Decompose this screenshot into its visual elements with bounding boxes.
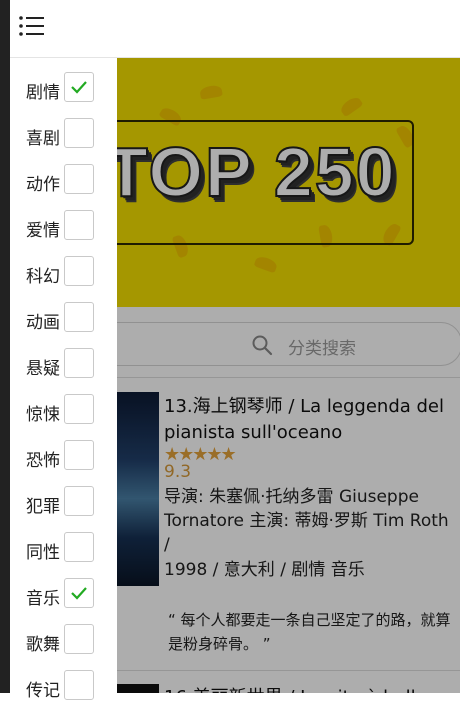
check-icon xyxy=(71,587,87,600)
category-checkbox[interactable] xyxy=(64,440,94,470)
category-item[interactable]: 剧情 xyxy=(10,64,117,110)
category-label: 悬疑 xyxy=(26,359,60,379)
category-label: 爱情 xyxy=(26,221,60,241)
category-checkbox[interactable] xyxy=(64,624,94,654)
category-item[interactable]: 喜剧 xyxy=(10,110,117,156)
category-checkbox[interactable] xyxy=(64,302,94,332)
category-item[interactable]: 歌舞 xyxy=(10,616,117,662)
category-checkbox[interactable] xyxy=(64,164,94,194)
category-label: 科幻 xyxy=(26,267,60,287)
top-bar xyxy=(10,0,460,58)
category-item[interactable]: 传记 xyxy=(10,662,117,708)
drawer-backdrop[interactable] xyxy=(117,58,460,693)
check-icon xyxy=(71,81,87,94)
list-icon[interactable] xyxy=(18,14,46,38)
category-item[interactable]: 犯罪 xyxy=(10,478,117,524)
category-label: 剧情 xyxy=(26,83,60,103)
category-label: 动作 xyxy=(26,175,60,195)
window-edge xyxy=(0,0,10,693)
category-label: 恐怖 xyxy=(26,451,60,471)
category-checkbox[interactable] xyxy=(64,670,94,700)
category-label: 惊悚 xyxy=(26,405,60,425)
category-label: 同性 xyxy=(26,543,60,563)
category-item[interactable]: 悬疑 xyxy=(10,340,117,386)
category-checkbox[interactable] xyxy=(64,486,94,516)
category-item[interactable]: 恐怖 xyxy=(10,432,117,478)
category-item[interactable]: 音乐 xyxy=(10,570,117,616)
category-checkbox[interactable] xyxy=(64,256,94,286)
category-item[interactable]: 动画 xyxy=(10,294,117,340)
category-checkbox[interactable] xyxy=(64,72,94,102)
category-item[interactable]: 爱情 xyxy=(10,202,117,248)
category-label: 喜剧 xyxy=(26,129,60,149)
category-label: 音乐 xyxy=(26,589,60,609)
category-checkbox[interactable] xyxy=(64,210,94,240)
category-label: 歌舞 xyxy=(26,635,60,655)
category-item[interactable]: 同性 xyxy=(10,524,117,570)
category-item[interactable]: 科幻 xyxy=(10,248,117,294)
category-item[interactable]: 动作 xyxy=(10,156,117,202)
category-label: 传记 xyxy=(26,681,60,701)
category-drawer: 剧情喜剧动作爱情科幻动画悬疑惊悚恐怖犯罪同性音乐歌舞传记 xyxy=(10,58,117,701)
category-checkbox[interactable] xyxy=(64,532,94,562)
category-checkbox[interactable] xyxy=(64,578,94,608)
category-item[interactable]: 惊悚 xyxy=(10,386,117,432)
category-checkbox[interactable] xyxy=(64,394,94,424)
category-checkbox[interactable] xyxy=(64,118,94,148)
category-label: 犯罪 xyxy=(26,497,60,517)
category-label: 动画 xyxy=(26,313,60,333)
category-checkbox[interactable] xyxy=(64,348,94,378)
